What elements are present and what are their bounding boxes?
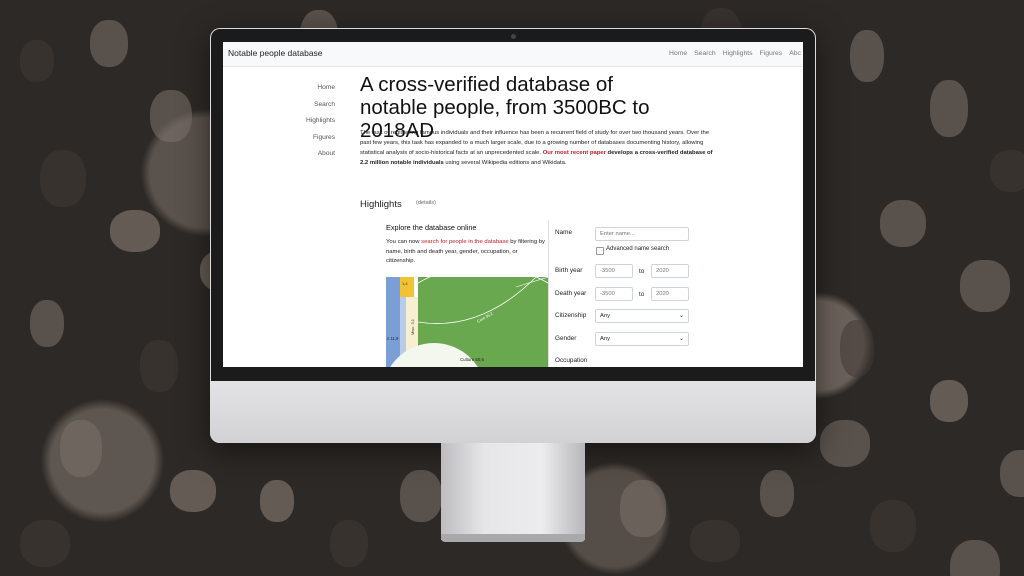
highlights-heading: Highlights [360, 199, 402, 210]
citizenship-select[interactable]: Any ⌄ [595, 309, 689, 323]
death-year-label: Death year [555, 290, 587, 297]
camera-icon [511, 34, 516, 39]
monitor-stand [441, 443, 585, 540]
collage-face [170, 470, 216, 512]
occupation-label: Occupation [555, 357, 588, 364]
gender-label: Gender [555, 335, 577, 342]
citizenship-value: Any [600, 313, 610, 319]
collage-face [690, 520, 740, 562]
collage-face [620, 480, 666, 537]
gender-select[interactable]: Any ⌄ [595, 332, 689, 346]
details-link[interactable]: (details) [416, 200, 436, 206]
collage-face [880, 200, 926, 247]
collage-face [400, 470, 442, 522]
nav-links: Home Search Highlights Figures Abc [669, 50, 801, 57]
intro-paragraph: The task of registering famous individua… [360, 128, 720, 168]
chart-label-misc: Misc. 3,1 [410, 318, 415, 335]
collage-face [760, 470, 794, 517]
form-divider [548, 220, 549, 367]
collage-face [150, 90, 192, 142]
explore-title: Explore the database online [386, 223, 477, 232]
birth-year-to-input[interactable] [651, 264, 689, 278]
collage-face [40, 150, 86, 207]
collage-face [990, 150, 1024, 192]
intro-text-end: using several Wikipedia editions and Wik… [443, 160, 567, 166]
navbar: Notable people database Home Search High… [223, 42, 803, 67]
collage-face [330, 520, 368, 567]
sidenav-item-figures[interactable]: Figures [313, 130, 335, 147]
collage-face [20, 40, 54, 82]
explore-text: You can now search for people in the dat… [386, 238, 546, 267]
brand-link[interactable]: Notable people database [228, 48, 323, 58]
nav-link-figures[interactable]: Figures [760, 50, 783, 57]
collage-face [30, 300, 64, 347]
citizenship-label: Citizenship [555, 312, 587, 319]
chevron-down-icon: ⌄ [678, 336, 684, 342]
chart-segment-blue[interactable] [386, 277, 400, 367]
advanced-search-checkbox[interactable] [596, 247, 604, 255]
nav-link-search[interactable]: Search [694, 50, 716, 57]
collage-face [950, 540, 1000, 576]
chart-segment-yellow[interactable] [400, 277, 414, 297]
monitor-chin [210, 381, 816, 443]
browser-screen: Notable people database Home Search High… [223, 42, 803, 367]
chevron-down-icon: ⌄ [678, 313, 684, 319]
nav-link-highlights[interactable]: Highlights [723, 50, 753, 57]
sidenav-item-about[interactable]: About [313, 146, 335, 163]
monitor-foot [441, 534, 585, 542]
collage-face [930, 80, 968, 137]
advanced-search-label: Advanced name search [606, 246, 670, 252]
explore-text-start: You can now [386, 239, 422, 245]
paper-link[interactable]: Our most recent paper [543, 150, 606, 156]
collage-face [20, 520, 70, 567]
death-to-label: to [639, 291, 645, 298]
side-nav: Home Search Highlights Figures About [306, 80, 335, 163]
collage-face [1000, 450, 1024, 497]
collage-face [110, 210, 160, 252]
sidenav-item-search[interactable]: Search [313, 97, 335, 114]
collage-face [260, 480, 294, 522]
search-database-link[interactable]: search for people in the database [421, 239, 508, 245]
chart-label-left: n 11,9 [387, 336, 399, 341]
collage-face [820, 420, 870, 467]
collage-face [840, 320, 874, 377]
collage-face [960, 260, 1010, 312]
collage-face [850, 30, 884, 82]
name-label: Name [555, 229, 573, 236]
chart-label-top: 1,4 [402, 281, 408, 286]
nav-link-about[interactable]: Abc [789, 50, 801, 57]
birth-year-from-input[interactable] [595, 264, 633, 278]
collage-face [870, 500, 916, 552]
sidenav-item-highlights[interactable]: Highlights [306, 113, 335, 130]
name-input[interactable] [595, 227, 689, 241]
nav-link-home[interactable]: Home [669, 50, 687, 57]
birth-to-label: to [639, 268, 645, 275]
birth-year-label: Birth year [555, 267, 583, 274]
gender-value: Any [600, 336, 610, 342]
sidenav-item-home[interactable]: Home [313, 80, 335, 97]
death-year-to-input[interactable] [651, 287, 689, 301]
death-year-from-input[interactable] [595, 287, 633, 301]
collage-face [90, 20, 128, 67]
collage-face [930, 380, 968, 422]
collage-face [60, 420, 102, 477]
collage-face [140, 340, 178, 392]
chart-label-culture: Culture 50,6 [460, 357, 484, 362]
occupation-sunburst-chart: 1,4 n 11,9 Misc. 3,1 Core 35,2 Culture 5… [386, 277, 548, 367]
